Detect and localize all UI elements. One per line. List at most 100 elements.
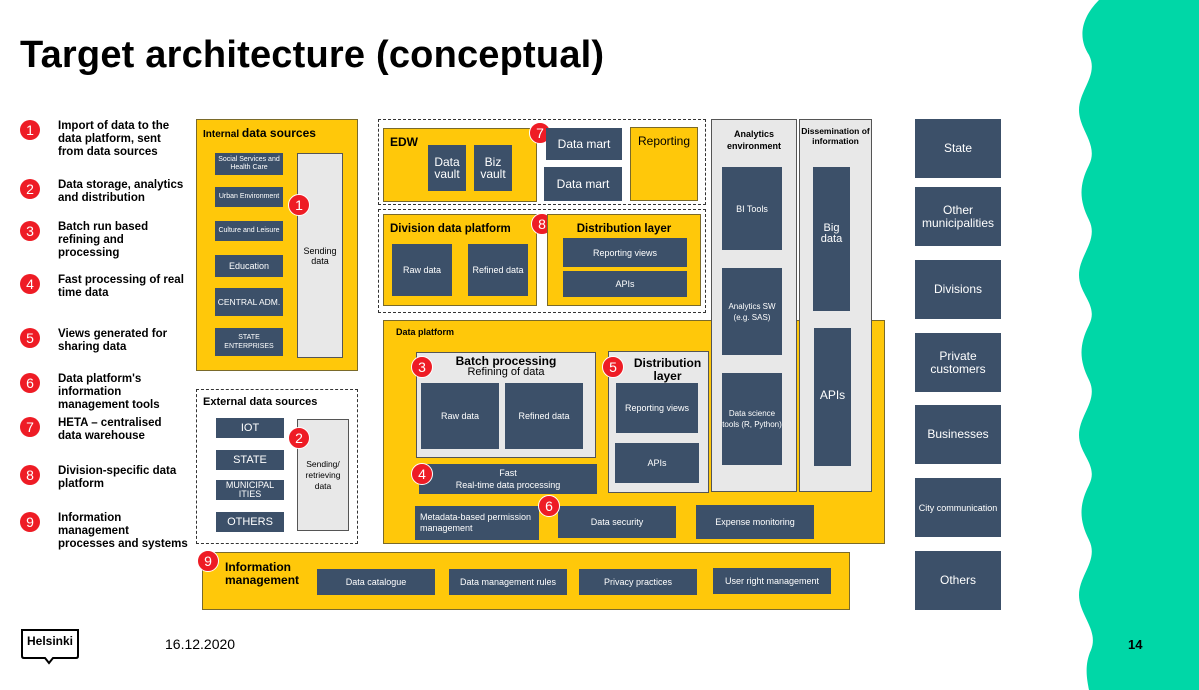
apis-box: APIs	[563, 271, 687, 297]
edw-box: EDW Data vault Biz vault	[383, 128, 537, 202]
raw-data-box: Raw data	[421, 383, 499, 449]
consumer-box: Divisions	[915, 260, 1001, 319]
consumer-box: Other municipalities	[915, 187, 1001, 246]
source-box: MUNICIPAL ITIES	[216, 480, 284, 500]
metadata-permission-box: Metadata-based permission management	[415, 506, 539, 540]
source-box: IOT	[216, 418, 284, 438]
reporting-views-box: Reporting views	[563, 238, 687, 267]
distribution-title: Distribution layer	[576, 223, 672, 235]
division-title: Division data platform	[390, 223, 511, 235]
edw-title: EDW	[390, 135, 418, 149]
step-badge-6: 6	[538, 495, 560, 517]
legend-number-badge: 3	[20, 221, 40, 241]
consumer-box: Others	[915, 551, 1001, 610]
step-badge-2: 2	[288, 427, 310, 449]
legend-text: Batch run based refining and processing	[58, 221, 149, 259]
division-data-platform-box: Division data platform Raw data Refined …	[383, 214, 537, 306]
legend-number-badge: 1	[20, 120, 40, 140]
dissemination-title: Dissemination of information	[801, 126, 870, 146]
legend-text: Data storage, analytics and distribution	[58, 179, 184, 204]
footer-date: 16.12.2020	[165, 636, 236, 652]
source-box: Social Services and Health Care	[215, 153, 283, 175]
analytics-title: Analytics environment	[726, 129, 781, 151]
source-box: Urban Environment	[215, 187, 283, 207]
step-badge-4: 4	[411, 463, 433, 485]
distribution-title: Distribution layer	[633, 356, 702, 383]
data-management-rules-box: Data management rules	[449, 569, 567, 595]
batch-processing-box: Batch processing Refining of data Raw da…	[416, 352, 596, 458]
source-box: OTHERS	[216, 512, 284, 532]
data-catalogue-box: Data catalogue	[317, 569, 435, 595]
user-right-management-box: User right management	[713, 568, 831, 594]
legend-text: HETA – centralised data warehouse	[58, 417, 162, 442]
fast-line-2: Real-time data processing	[455, 480, 561, 490]
legend-number-badge: 2	[20, 179, 40, 199]
step-badge-3: 3	[411, 356, 433, 378]
page-title: Target architecture (conceptual)	[20, 34, 605, 76]
internal-data-sources-panel: Internal data sources Social Services an…	[196, 119, 358, 371]
reporting-views-box: Reporting views	[616, 383, 698, 433]
logo-text: Helsinki	[26, 634, 74, 648]
legend-text: Information management processes and sys…	[58, 512, 188, 550]
step-badge-5: 5	[602, 356, 624, 378]
legend-number-badge: 9	[20, 512, 40, 532]
expense-monitoring-box: Expense monitoring	[696, 505, 814, 539]
data-mart-box: Data mart	[544, 167, 622, 201]
data-vault-box: Data vault	[428, 145, 466, 191]
step-badge-9: 9	[197, 550, 219, 572]
title-small: Internal	[203, 129, 240, 140]
data-mart-box: Data mart	[546, 128, 622, 160]
legend-text: Import of data to the data platform, sen…	[58, 120, 170, 158]
refined-data-box: Refined data	[505, 383, 583, 449]
external-sources-title: External data sources	[203, 396, 318, 408]
analytics-environment-panel: Analytics environment BI Tools Analytics…	[711, 119, 797, 492]
title-big: data sources	[241, 126, 316, 140]
source-box: CENTRAL ADM.	[215, 288, 283, 316]
consumer-box: City communication	[915, 478, 1001, 537]
division-distribution-layer-box: Distribution layer Reporting views APIs	[547, 214, 701, 306]
external-data-sources-panel: External data sources IOT STATE MUNICIPA…	[196, 389, 358, 544]
privacy-practices-box: Privacy practices	[579, 569, 697, 595]
legend-number-badge: 7	[20, 417, 40, 437]
edw-group: EDW Data vault Biz vault 7 Data mart Dat…	[378, 119, 706, 205]
decorative-wave	[1079, 0, 1199, 690]
batch-subtitle: Refining of data	[467, 366, 545, 378]
consumer-box: Private customers	[915, 333, 1001, 392]
step-badge-1: 1	[288, 194, 310, 216]
data-security-box: Data security	[558, 506, 676, 538]
internal-sources-title: Internal data sources	[203, 126, 316, 140]
apis-box: APIs	[615, 443, 699, 483]
source-box: Education	[215, 255, 283, 277]
data-science-tools-box: Data science tools (R, Python)	[722, 373, 782, 465]
source-box: STATE ENTERPRISES	[215, 328, 283, 356]
info-mgmt-title: Information management	[225, 560, 300, 587]
analytics-sw-box: Analytics SW (e.g. SAS)	[722, 268, 782, 355]
fast-line-1: Fast	[499, 468, 517, 478]
page-number: 14	[1128, 637, 1143, 652]
sending-data-box: Sending data	[297, 153, 343, 358]
big-data-box: Big data	[813, 167, 850, 311]
legend-number-badge: 8	[20, 465, 40, 485]
refined-data-box: Refined data	[468, 244, 528, 296]
information-management-panel: Information management Data catalogue Da…	[202, 552, 850, 610]
legend-text: Fast processing of real time data	[58, 274, 184, 299]
distribution-layer-box: Distribution layer Reporting views APIs	[608, 351, 709, 493]
data-platform-title: Data platform	[396, 327, 455, 337]
reporting-box: Reporting	[630, 127, 698, 201]
legend-number-badge: 6	[20, 373, 40, 393]
division-group: Division data platform Raw data Refined …	[378, 209, 706, 313]
legend-text: Division-specific data platform	[58, 465, 177, 490]
raw-data-box: Raw data	[392, 244, 452, 296]
helsinki-logo: Helsinki	[20, 628, 80, 668]
consumer-box: Businesses	[915, 405, 1001, 464]
reporting-label: Reporting	[637, 134, 691, 148]
bi-tools-box: BI Tools	[722, 167, 782, 250]
consumer-box: State	[915, 119, 1001, 178]
legend-number-badge: 4	[20, 274, 40, 294]
legend-text: Data platform's information management t…	[58, 373, 160, 411]
dissemination-panel: Dissemination of information Big data AP…	[799, 119, 872, 492]
source-box: STATE	[216, 450, 284, 470]
fast-processing-box: Fast Real-time data processing	[419, 464, 597, 494]
legend-number-badge: 5	[20, 328, 40, 348]
biz-vault-box: Biz vault	[474, 145, 512, 191]
